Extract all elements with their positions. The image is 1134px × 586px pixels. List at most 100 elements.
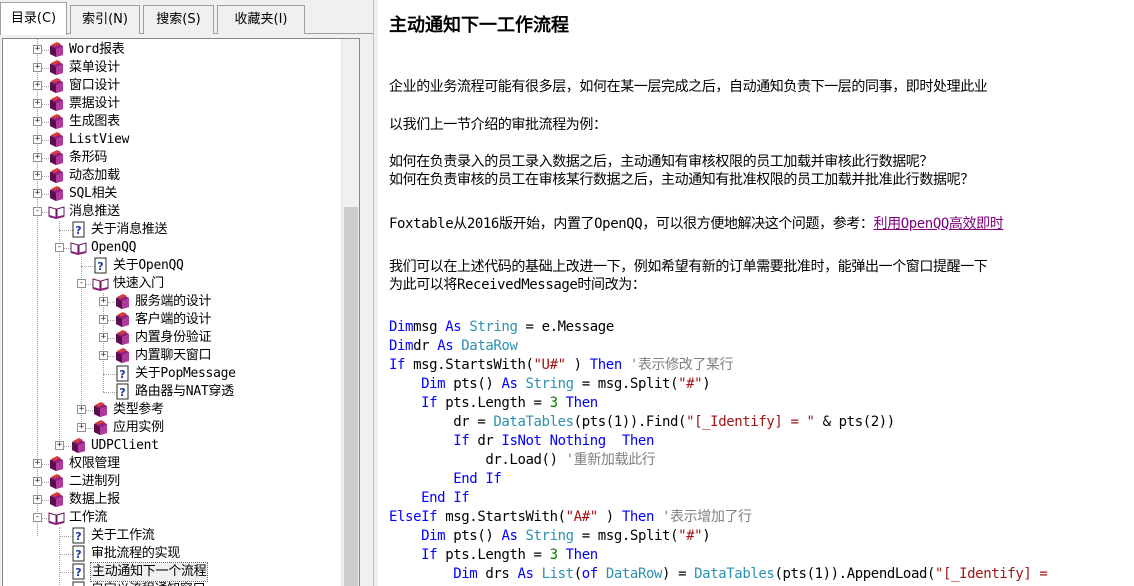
- expand-icon[interactable]: +: [99, 297, 108, 306]
- tree-item[interactable]: + 内置身份验证: [3, 329, 341, 347]
- closed-book-icon: [48, 131, 65, 148]
- tree-item[interactable]: ? 关于PopMessage: [3, 365, 341, 383]
- tree-item-label: 关于工作流: [91, 528, 155, 543]
- expand-icon[interactable]: +: [77, 405, 86, 414]
- tree-item[interactable]: + 条形码: [3, 149, 341, 167]
- contents-tree[interactable]: + Word报表 + 菜单设计 + 窗口设计 + 票据设计 + 生成图表 + ListView + 条形码…: [3, 39, 341, 586]
- code-comment: '表示增加了行: [662, 509, 752, 525]
- expand-icon[interactable]: +: [33, 171, 42, 180]
- expand-icon[interactable]: +: [99, 351, 108, 360]
- expand-icon[interactable]: +: [33, 81, 42, 90]
- svg-text:?: ?: [119, 368, 125, 381]
- help-page-icon: ?: [92, 257, 109, 274]
- help-page-icon: ?: [70, 527, 87, 544]
- closed-book-icon: [92, 401, 109, 418]
- tree-item[interactable]: + 动态加载: [3, 167, 341, 185]
- code-keyword: Then: [565, 395, 599, 411]
- tree-item[interactable]: ? 关于OpenQQ: [3, 257, 341, 275]
- tree-item[interactable]: + UDPClient: [3, 437, 341, 455]
- closed-book-icon: [48, 491, 65, 508]
- tree-item-label: 权限管理: [69, 456, 120, 471]
- nav-tab-strip: 目录(C) 索引(N) 搜索(S) 收藏夹(I): [0, 0, 373, 35]
- expand-icon[interactable]: +: [99, 333, 108, 342]
- tree-item[interactable]: ? 关于消息推送: [3, 221, 341, 239]
- tree-item[interactable]: + 窗口设计: [3, 77, 341, 95]
- tree-item[interactable]: + 类型参考: [3, 401, 341, 419]
- code-type: DataTables: [493, 414, 574, 430]
- code-comment: '重新加载此行: [565, 452, 656, 468]
- expand-icon[interactable]: +: [33, 477, 42, 486]
- tree-item[interactable]: + Word报表: [3, 41, 341, 59]
- svg-text:?: ?: [75, 548, 81, 561]
- expand-icon[interactable]: +: [55, 441, 64, 450]
- expand-icon[interactable]: +: [33, 495, 42, 504]
- code-string: "#": [678, 376, 703, 392]
- help-page-icon: ?: [114, 365, 131, 382]
- expand-icon[interactable]: +: [33, 117, 42, 126]
- tree-item[interactable]: + 应用实例: [3, 419, 341, 437]
- tree-item[interactable]: + SQL相关: [3, 185, 341, 203]
- expand-icon[interactable]: +: [33, 99, 42, 108]
- code-text: ): [565, 357, 590, 373]
- open-book-icon: [48, 203, 65, 220]
- closed-book-icon: [48, 113, 65, 130]
- collapse-icon[interactable]: -: [33, 513, 42, 522]
- tab-favorites[interactable]: 收藏夹(I): [217, 5, 305, 34]
- tree-item-label: 窗口设计: [69, 78, 120, 93]
- tree-item[interactable]: ? 主动通知下一个流程: [3, 562, 341, 582]
- tree-item[interactable]: + 内置聊天窗口: [3, 347, 341, 365]
- collapse-icon[interactable]: -: [77, 279, 86, 288]
- code-keyword: End If: [421, 490, 470, 506]
- collapse-icon[interactable]: -: [55, 243, 64, 252]
- tab-search[interactable]: 搜索(S): [143, 5, 214, 34]
- tree-item[interactable]: - 消息推送: [3, 203, 341, 221]
- tree-item[interactable]: - 工作流: [3, 509, 341, 527]
- expand-icon[interactable]: +: [33, 189, 42, 198]
- code-keyword: Dim: [453, 566, 486, 582]
- paragraph-improve-2: 为此可以将ReceivedMessage时间改为：: [389, 277, 646, 293]
- tab-contents[interactable]: 目录(C): [0, 2, 67, 35]
- tree-item[interactable]: + 服务端的设计: [3, 293, 341, 311]
- tree-item[interactable]: ? 审批流程的实现: [3, 545, 341, 563]
- tree-item[interactable]: + 权限管理: [3, 455, 341, 473]
- tab-index[interactable]: 索引(N): [70, 5, 140, 34]
- tree-item[interactable]: ? 路由器与NAT穿透: [3, 383, 341, 401]
- tree-item[interactable]: - OpenQQ: [3, 239, 341, 257]
- closed-book-icon: [48, 473, 65, 490]
- tree-item[interactable]: + 数据上报: [3, 491, 341, 509]
- scrollbar-thumb[interactable]: [344, 207, 358, 586]
- tree-item[interactable]: + 票据设计: [3, 95, 341, 113]
- svg-text:?: ?: [75, 530, 81, 543]
- expand-icon[interactable]: +: [33, 459, 42, 468]
- expand-icon[interactable]: +: [77, 423, 86, 432]
- collapse-icon[interactable]: -: [33, 207, 42, 216]
- tree-item[interactable]: ? 自定义流程通知窗口: [3, 581, 341, 586]
- tree-item[interactable]: - 快速入门: [3, 275, 341, 293]
- expand-icon[interactable]: +: [33, 45, 42, 54]
- tree-item[interactable]: ? 关于工作流: [3, 527, 341, 545]
- code-text: & pts(2)): [814, 414, 896, 430]
- tree-item-label: 客户端的设计: [135, 312, 212, 327]
- tree-item[interactable]: + 二进制列: [3, 473, 341, 491]
- tree-item[interactable]: + 客户端的设计: [3, 311, 341, 329]
- openqq-link[interactable]: 利用OpenQQ高效即时: [874, 216, 1004, 232]
- code-type: DataRow: [461, 338, 518, 354]
- expand-icon[interactable]: +: [99, 315, 108, 324]
- expand-icon[interactable]: +: [33, 153, 42, 162]
- tree-item[interactable]: + ListView: [3, 131, 341, 149]
- closed-book-icon: [48, 167, 65, 184]
- tree-item-label: 自定义流程通知窗口: [91, 581, 206, 586]
- code-keyword: As: [501, 376, 526, 392]
- tree-item[interactable]: + 生成图表: [3, 113, 341, 131]
- tree-item-label: 审批流程的实现: [91, 546, 180, 561]
- expand-icon[interactable]: +: [33, 63, 42, 72]
- vertical-scrollbar[interactable]: [341, 39, 359, 586]
- expand-icon[interactable]: +: [33, 135, 42, 144]
- open-book-icon: [70, 239, 87, 256]
- tree-item[interactable]: + 菜单设计: [3, 59, 341, 77]
- code-text: ): [702, 376, 711, 392]
- tree-item-label: ListView: [69, 132, 130, 147]
- code-line: End If: [389, 470, 502, 489]
